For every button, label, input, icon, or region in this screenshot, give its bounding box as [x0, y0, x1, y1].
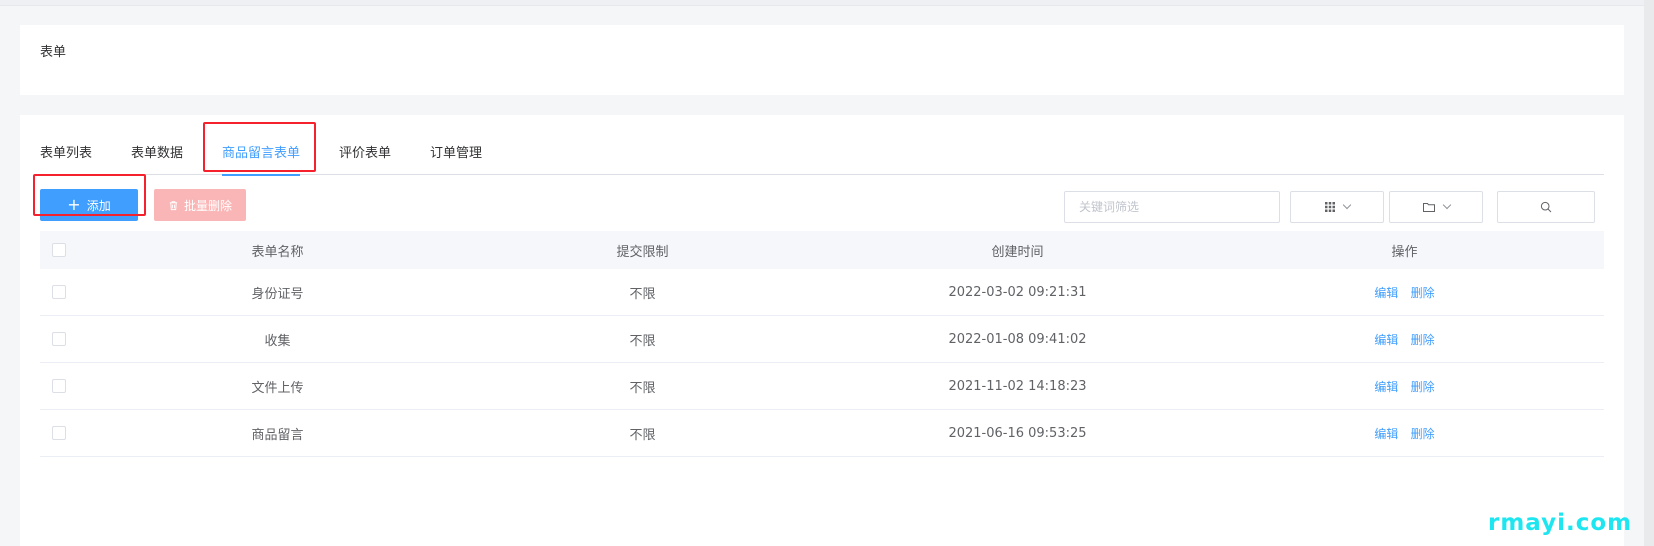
- header-card: 表单: [20, 25, 1624, 95]
- edit-link[interactable]: 编辑: [1374, 427, 1398, 441]
- search-icon: [1540, 201, 1552, 213]
- tab-order-management[interactable]: 订单管理: [430, 141, 482, 175]
- add-button-label: 添加: [86, 198, 111, 213]
- form-table: 表单名称 提交限制 创建时间 操作 身份证号 不限 2022-03-02 09:…: [40, 231, 1604, 457]
- page-title: 表单: [40, 45, 67, 60]
- cell-created-time: 2022-03-02 09:21:31: [948, 284, 1087, 300]
- scrollbar[interactable]: [1644, 0, 1654, 546]
- select-all-checkbox[interactable]: [52, 243, 66, 257]
- edit-link[interactable]: 编辑: [1374, 380, 1398, 394]
- tab-review-form[interactable]: 评价表单: [339, 141, 391, 175]
- edit-link[interactable]: 编辑: [1374, 286, 1398, 300]
- tab-product-message-form[interactable]: 商品留言表单: [222, 141, 301, 176]
- cell-created-time: 2021-06-16 09:53:25: [948, 425, 1087, 441]
- column-header-created: 创建时间: [991, 244, 1044, 260]
- cell-submit-limit: 不限: [629, 380, 656, 396]
- tab-form-list[interactable]: 表单列表: [40, 141, 92, 175]
- search-button[interactable]: [1497, 191, 1595, 223]
- watermark-text: rmayi.com: [1488, 510, 1633, 536]
- keyword-filter-input[interactable]: [1064, 191, 1280, 223]
- row-checkbox[interactable]: [52, 332, 66, 346]
- cell-actions: 编辑 删除: [1205, 284, 1604, 301]
- cell-form-name: 身份证号: [251, 286, 304, 302]
- chevron-down-icon: [1442, 200, 1451, 210]
- table-row: 商品留言 不限 2021-06-16 09:53:25 编辑 删除: [40, 410, 1604, 457]
- main-card: 表单列表 表单数据 商品留言表单 评价表单 订单管理 + 添加 批量删除 关键词…: [20, 115, 1624, 546]
- cell-form-name: 商品留言: [251, 427, 304, 443]
- cell-submit-limit: 不限: [629, 427, 656, 443]
- delete-link[interactable]: 删除: [1411, 286, 1435, 300]
- cell-actions: 编辑 删除: [1205, 331, 1604, 348]
- cell-actions: 编辑 删除: [1205, 425, 1604, 442]
- cell-actions: 编辑 删除: [1205, 378, 1604, 395]
- tab-form-data[interactable]: 表单数据: [131, 141, 183, 175]
- top-strip: [0, 0, 1654, 6]
- cell-submit-limit: 不限: [629, 286, 656, 302]
- row-checkbox[interactable]: [52, 285, 66, 299]
- folder-select[interactable]: [1389, 191, 1483, 223]
- column-header-actions: 操作: [1391, 244, 1418, 260]
- cell-created-time: 2021-11-02 14:18:23: [948, 378, 1087, 394]
- grid-icon: [1324, 202, 1335, 212]
- add-button[interactable]: + 添加: [40, 189, 138, 221]
- folder-icon: [1422, 203, 1435, 212]
- table-header: 表单名称 提交限制 创建时间 操作: [40, 231, 1604, 269]
- delete-link[interactable]: 删除: [1411, 427, 1435, 441]
- batch-delete-button[interactable]: 批量删除: [154, 189, 246, 221]
- batch-delete-label: 批量删除: [183, 198, 232, 213]
- cell-form-name: 收集: [264, 333, 291, 349]
- chevron-down-icon: [1342, 200, 1351, 210]
- table-row: 收集 不限 2022-01-08 09:41:02 编辑 删除: [40, 316, 1604, 363]
- plus-icon: +: [67, 195, 81, 214]
- delete-link[interactable]: 删除: [1411, 380, 1435, 394]
- row-checkbox[interactable]: [52, 426, 66, 440]
- table-row: 身份证号 不限 2022-03-02 09:21:31 编辑 删除: [40, 269, 1604, 316]
- table-row: 文件上传 不限 2021-11-02 14:18:23 编辑 删除: [40, 363, 1604, 410]
- trash-icon: [169, 200, 178, 210]
- tab-bar: 表单列表 表单数据 商品留言表单 评价表单 订单管理: [40, 141, 1604, 176]
- view-mode-select[interactable]: [1290, 191, 1384, 223]
- cell-form-name: 文件上传: [251, 380, 304, 396]
- row-checkbox[interactable]: [52, 379, 66, 393]
- column-header-limit: 提交限制: [616, 244, 669, 260]
- cell-created-time: 2022-01-08 09:41:02: [948, 331, 1087, 347]
- edit-link[interactable]: 编辑: [1374, 333, 1398, 347]
- delete-link[interactable]: 删除: [1411, 333, 1435, 347]
- cell-submit-limit: 不限: [629, 333, 656, 349]
- column-header-name: 表单名称: [251, 244, 304, 260]
